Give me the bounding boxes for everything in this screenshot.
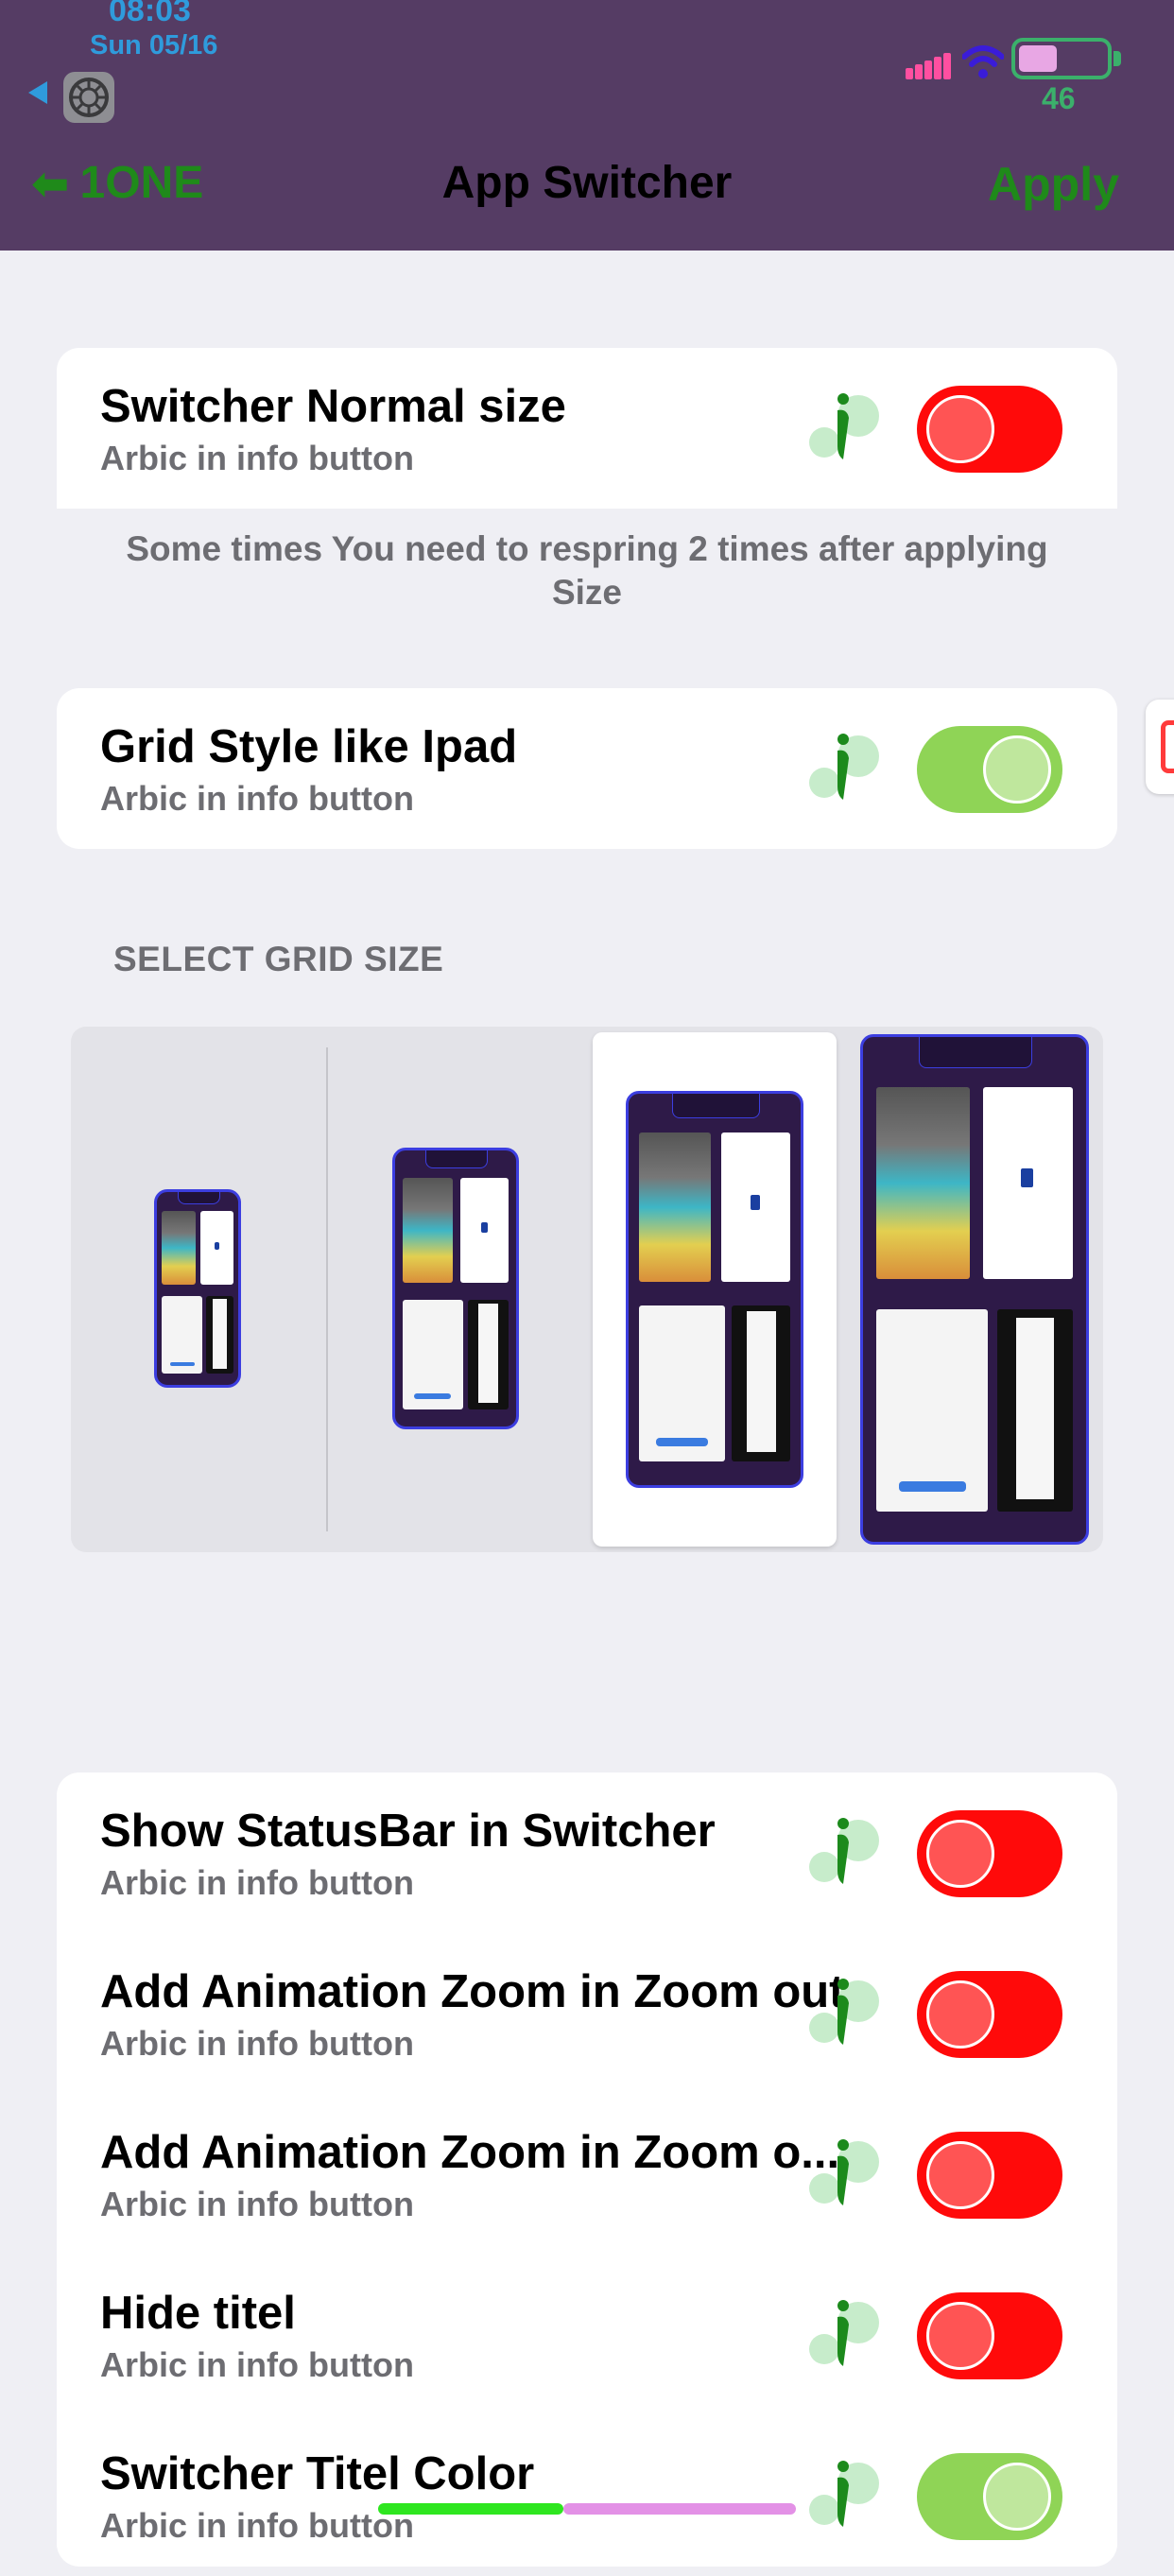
info-icon[interactable] <box>805 2296 887 2372</box>
toggle-knob <box>926 2302 994 2370</box>
switcher-size-card: Switcher Normal size Arbic in info butto… <box>57 348 1117 509</box>
info-icon[interactable] <box>805 389 887 465</box>
battery-nub <box>1114 51 1121 66</box>
row-title: Add Animation Zoom in Zoom out <box>100 1966 845 2017</box>
row-subtitle: Arbic in info button <box>100 1863 414 1902</box>
switcher-normal-size-row: Switcher Normal size Arbic in info butto… <box>57 348 1117 509</box>
animation-zoom-toggle[interactable] <box>917 1971 1062 2058</box>
side-panel-tab[interactable] <box>1146 700 1174 794</box>
grid-style-toggle[interactable] <box>917 726 1062 813</box>
switcher-normal-size-toggle[interactable] <box>917 386 1062 473</box>
info-icon[interactable] <box>805 2135 887 2211</box>
grid-style-row: Grid Style like Ipad Arbic in info butto… <box>57 688 1117 849</box>
row-title: Add Animation Zoom in Zoom o... <box>100 2127 840 2178</box>
row-subtitle: Arbic in info button <box>100 779 414 818</box>
apply-button[interactable]: Apply <box>988 157 1119 212</box>
divider <box>326 1047 328 1531</box>
row-subtitle: Arbic in info button <box>100 2506 414 2545</box>
grid-size-option-2[interactable] <box>392 1148 519 1429</box>
hide-title-toggle[interactable] <box>917 2292 1062 2379</box>
row-subtitle: Arbic in info button <box>100 439 414 477</box>
row-title: Switcher Titel Color <box>100 2448 535 2499</box>
toggle-knob <box>983 2463 1051 2531</box>
row-subtitle: Arbic in info button <box>100 2185 414 2223</box>
animation-zoom-2-toggle[interactable] <box>917 2132 1062 2219</box>
info-icon[interactable] <box>805 2457 887 2533</box>
option-row-title-color: Switcher Titel Color Arbic in info butto… <box>57 2415 1117 2576</box>
wifi-icon <box>962 45 1004 78</box>
row-subtitle: Arbic in info button <box>100 2024 414 2063</box>
battery-icon <box>1011 38 1112 79</box>
toggle-knob <box>926 395 994 463</box>
row-title: Switcher Normal size <box>100 381 566 432</box>
toggle-knob <box>926 1980 994 2049</box>
grid-size-header: SELECT GRID SIZE <box>113 940 444 978</box>
grid-size-picker <box>71 1027 1103 1552</box>
option-row-statusbar: Show StatusBar in Switcher Arbic in info… <box>57 1772 1117 1933</box>
status-date: Sun 05/16 <box>90 30 218 61</box>
statusbar-toggle[interactable] <box>917 1810 1062 1897</box>
home-indicator-progress <box>378 2503 563 2515</box>
option-row-animation-1: Add Animation Zoom in Zoom out Arbic in … <box>57 1933 1117 2094</box>
grid-size-option-4[interactable] <box>860 1034 1089 1545</box>
row-title: Show StatusBar in Switcher <box>100 1806 716 1857</box>
respring-note: Some times You need to respring 2 times … <box>126 529 1048 612</box>
grid-size-option-3[interactable] <box>626 1091 803 1488</box>
toggle-knob <box>926 2141 994 2209</box>
info-icon[interactable] <box>805 730 887 805</box>
toggle-knob <box>926 1820 994 1888</box>
option-row-hide-title: Hide titel Arbic in info button <box>57 2255 1117 2415</box>
switcher-options-card: Show StatusBar in Switcher Arbic in info… <box>57 1772 1117 2567</box>
home-indicator[interactable] <box>563 2503 796 2515</box>
grid-size-option-1[interactable] <box>154 1189 241 1388</box>
row-title: Hide titel <box>100 2288 296 2339</box>
option-row-animation-2: Add Animation Zoom in Zoom o... Arbic in… <box>57 2094 1117 2255</box>
gear-icon <box>63 72 114 123</box>
grid-style-card: Grid Style like Ipad Arbic in info butto… <box>57 688 1117 849</box>
row-subtitle: Arbic in info button <box>100 2345 414 2384</box>
info-icon[interactable] <box>805 1814 887 1890</box>
signal-icon <box>906 53 951 79</box>
back-to-app-icon[interactable] <box>28 81 47 104</box>
row-title: Grid Style like Ipad <box>100 721 518 772</box>
toggle-knob <box>983 735 1051 804</box>
navigation-header: 08:03 Sun 05/16 46 ⬅ 1ONE App Switcher A… <box>0 0 1174 251</box>
info-icon[interactable] <box>805 1975 887 2050</box>
title-color-toggle[interactable] <box>917 2453 1062 2540</box>
battery-percent: 46 <box>1042 81 1076 115</box>
status-time: 08:03 <box>109 0 191 28</box>
